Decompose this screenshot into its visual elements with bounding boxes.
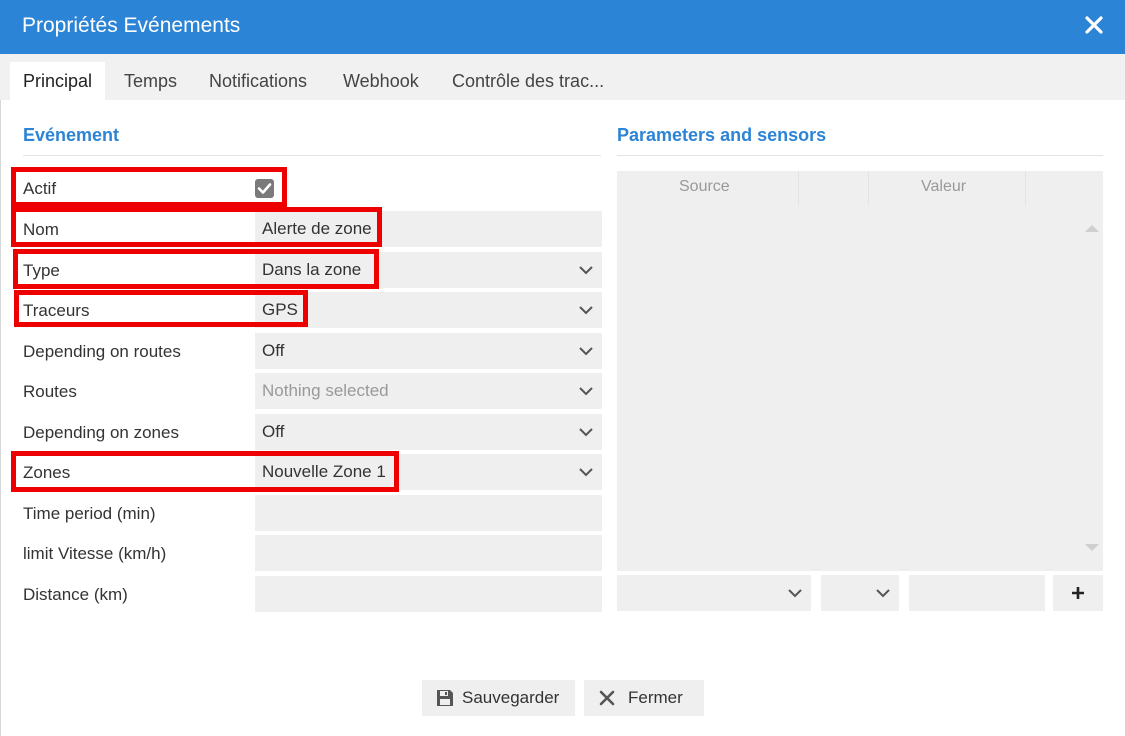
sensor-source-select[interactable] <box>617 575 811 611</box>
depending-routes-label: Depending on routes <box>23 342 181 361</box>
chevron-down-icon <box>579 306 593 315</box>
active-checkbox[interactable] <box>255 179 274 198</box>
plus-icon <box>1072 587 1084 599</box>
chevron-down-icon <box>579 387 593 396</box>
tab-bar: Principal Temps Notifications Webhook Co… <box>0 54 1125 100</box>
chevron-down-icon <box>876 589 890 598</box>
depending-zones-select[interactable]: Off <box>255 414 602 450</box>
close-button[interactable]: Fermer <box>584 680 704 716</box>
column-separator <box>798 171 799 205</box>
name-value: Alerte de zone <box>262 219 372 238</box>
floppy-disk-icon <box>437 690 453 706</box>
checkmark-icon <box>257 183 272 194</box>
sensors-grid-header: Source Valeur <box>617 171 1103 205</box>
dialog-title: Propriétés Evénements <box>22 14 241 37</box>
chevron-down-icon <box>579 428 593 437</box>
zones-select[interactable]: Nouvelle Zone 1 <box>255 454 602 490</box>
sensor-operator-select[interactable] <box>821 575 899 611</box>
dialog-titlebar: Propriétés Evénements <box>0 0 1125 54</box>
event-section-title: Evénement <box>23 125 120 145</box>
tab-principal[interactable]: Principal <box>10 62 106 100</box>
dialog-border <box>0 100 1 736</box>
column-value[interactable]: Valeur <box>921 178 966 196</box>
close-label: Fermer <box>628 688 683 707</box>
type-select[interactable]: Dans la zone <box>255 252 602 288</box>
depending-zones-value: Off <box>262 422 285 441</box>
speed-limit-label: limit Vitesse (km/h) <box>23 544 167 563</box>
depending-routes-select[interactable]: Off <box>255 333 602 369</box>
event-section-divider <box>23 155 601 156</box>
scroll-down-icon[interactable] <box>1084 543 1100 553</box>
tab-webhook[interactable]: Webhook <box>330 62 432 100</box>
routes-select[interactable]: Nothing selected <box>255 373 602 409</box>
chevron-down-icon <box>579 347 593 356</box>
tab-tracker-control[interactable]: Contrôle des trac... <box>439 62 617 100</box>
sensors-grid-body[interactable] <box>617 205 1103 571</box>
routes-placeholder: Nothing selected <box>262 381 389 400</box>
column-separator <box>1025 171 1026 205</box>
scroll-up-icon[interactable] <box>1084 223 1100 233</box>
zones-value: Nouvelle Zone 1 <box>262 462 386 481</box>
name-input[interactable]: Alerte de zone <box>255 211 602 247</box>
tab-notifications[interactable]: Notifications <box>196 62 320 100</box>
trackers-select[interactable]: GPS <box>255 292 602 328</box>
close-icon <box>599 690 615 706</box>
depending-routes-value: Off <box>262 341 285 360</box>
chevron-down-icon <box>579 468 593 477</box>
depending-zones-label: Depending on zones <box>23 423 179 442</box>
sensors-section-title: Parameters and sensors <box>617 125 827 145</box>
time-period-input[interactable] <box>255 495 602 531</box>
speed-limit-input[interactable] <box>255 535 602 571</box>
type-value: Dans la zone <box>262 260 362 279</box>
zones-label: Zones <box>23 463 71 482</box>
trackers-label: Traceurs <box>23 301 90 320</box>
type-label: Type <box>23 261 60 280</box>
active-label: Actif <box>23 179 57 198</box>
column-source[interactable]: Source <box>679 178 730 196</box>
save-button[interactable]: Sauvegarder <box>422 680 575 716</box>
distance-label: Distance (km) <box>23 585 128 604</box>
chevron-down-icon <box>579 266 593 275</box>
column-separator <box>868 171 869 205</box>
routes-label: Routes <box>23 382 77 401</box>
tab-temps[interactable]: Temps <box>111 62 190 100</box>
add-sensor-button[interactable] <box>1053 575 1103 611</box>
distance-input[interactable] <box>255 576 602 612</box>
trackers-value: GPS <box>262 300 298 319</box>
sensors-section-divider <box>617 155 1103 156</box>
chevron-down-icon <box>788 589 802 598</box>
save-label: Sauvegarder <box>462 688 560 707</box>
close-icon[interactable] <box>1083 14 1105 36</box>
sensor-value-input[interactable] <box>909 575 1045 611</box>
name-label: Nom <box>23 220 59 239</box>
time-period-label: Time period (min) <box>23 504 156 523</box>
